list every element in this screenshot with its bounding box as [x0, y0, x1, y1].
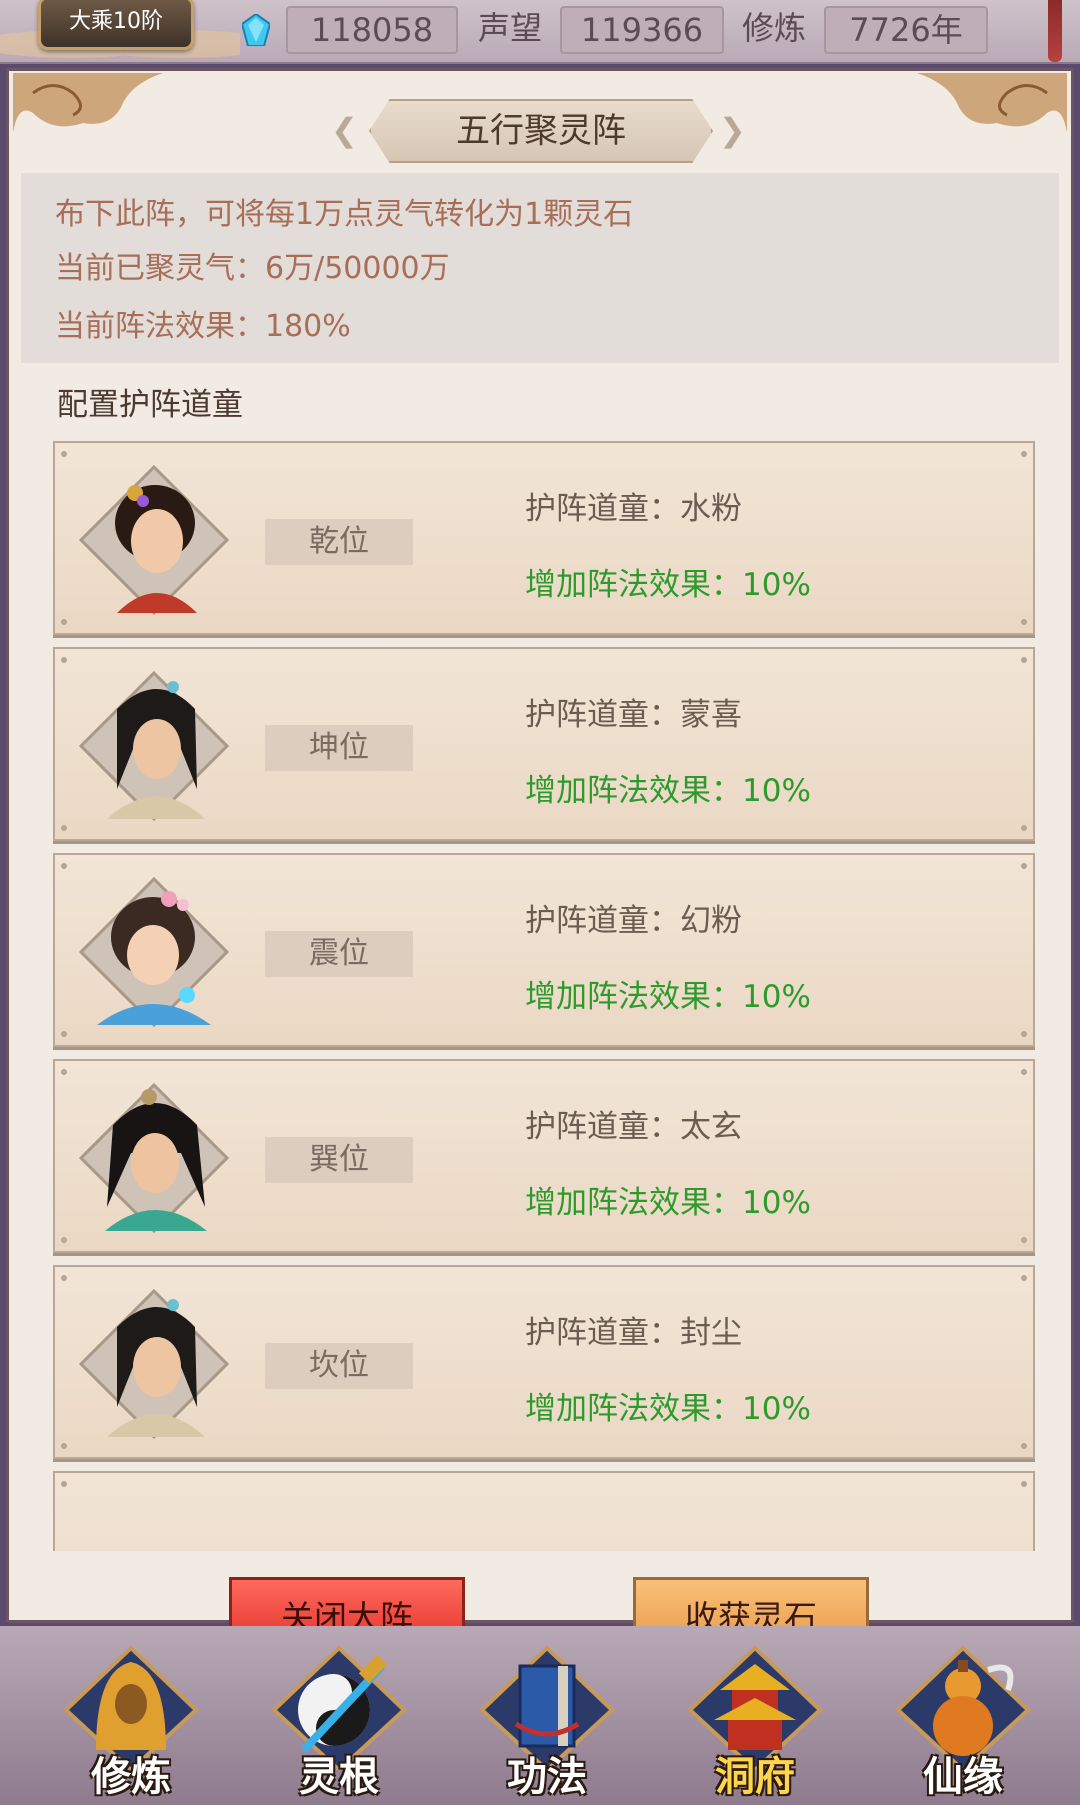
guard-name: 护阵道童：封尘: [525, 1315, 742, 1351]
panel-title: 五行聚灵阵: [369, 99, 713, 163]
guard-effect: 增加阵法效果：10%: [525, 1185, 811, 1221]
position-tag: 坤位: [265, 725, 413, 771]
avatar[interactable]: [77, 1287, 231, 1441]
tassel-ornament: [1048, 0, 1062, 62]
guard-name: 护阵道童：水粉: [525, 491, 742, 527]
nav-spirit-root[interactable]: 灵根: [254, 1640, 424, 1800]
position-tag: 坎位: [265, 1343, 413, 1389]
guard-row-qian[interactable]: 乾位 护阵道童：水粉 增加阵法效果：10%: [53, 441, 1035, 635]
gem-value: 118058: [286, 6, 458, 54]
formation-panel: ❮ 五行聚灵阵 ❯ 布下此阵，可将每1万点灵气转化为1颗灵石 当前已聚灵气：6万…: [6, 68, 1074, 1653]
nav-label: 灵根: [299, 1754, 379, 1800]
guard-name: 护阵道童：幻粉: [525, 903, 742, 939]
male-portrait-icon: [78, 1288, 230, 1440]
nav-label: 功法: [507, 1754, 587, 1800]
avatar[interactable]: [77, 1081, 231, 1235]
guard-effect: 增加阵法效果：10%: [525, 773, 811, 809]
male-portrait-icon: [78, 1082, 230, 1234]
nav-technique[interactable]: 功法: [462, 1640, 632, 1800]
resource-bar: 大乘10阶 118058 声望 119366 修炼 7726年: [0, 0, 1080, 64]
guard-row-xun[interactable]: 巽位 护阵道童：太玄 增加阵法效果：10%: [53, 1059, 1035, 1253]
guard-name: 护阵道童：蒙喜: [525, 697, 742, 733]
guard-list[interactable]: 乾位 护阵道童：水粉 增加阵法效果：10% 坤位 护阵道童：蒙喜 增加阵法效果：…: [53, 441, 1037, 1551]
position-tag: 巽位: [265, 1137, 413, 1183]
reputation-value: 119366: [560, 6, 724, 54]
info-formation-effect: 当前阵法效果：180%: [55, 309, 351, 344]
guard-row-zhen[interactable]: 震位 护阵道童：幻粉 增加阵法效果：10%: [53, 853, 1035, 1047]
nav-label: 仙缘: [923, 1754, 1003, 1800]
female-portrait-icon: [78, 876, 230, 1028]
avatar[interactable]: [77, 875, 231, 1029]
section-title: 配置护阵道童: [57, 387, 243, 423]
female-portrait-icon: [78, 464, 230, 616]
nav-cave-dwelling[interactable]: 洞府: [670, 1640, 840, 1800]
cultivation-label: 修炼: [742, 9, 807, 47]
spirit-gem-icon: [242, 14, 270, 46]
position-tag: 乾位: [265, 519, 413, 565]
guard-effect: 增加阵法效果：10%: [525, 567, 811, 603]
avatar[interactable]: [77, 463, 231, 617]
nav-cultivate[interactable]: 修炼: [46, 1640, 216, 1800]
male-portrait-icon: [78, 670, 230, 822]
bottom-nav: 修炼 灵根 功法 洞府 仙缘: [0, 1626, 1080, 1805]
title-left-arrow-icon: ❮: [331, 111, 358, 149]
nav-label: 洞府: [715, 1754, 795, 1800]
reputation-label: 声望: [478, 9, 543, 47]
avatar[interactable]: [77, 669, 231, 823]
cultivation-value: 7726年: [824, 6, 988, 54]
guard-effect: 增加阵法效果：10%: [525, 979, 811, 1015]
nav-fate[interactable]: 仙缘: [878, 1640, 1048, 1800]
info-gathered-qi: 当前已聚灵气：6万/50000万: [55, 251, 450, 286]
title-right-arrow-icon: ❯: [719, 111, 746, 149]
guard-row-kan[interactable]: 坎位 护阵道童：封尘 增加阵法效果：10%: [53, 1265, 1035, 1459]
guard-row-next[interactable]: [53, 1471, 1035, 1551]
cloud-corner-ornament: [13, 73, 163, 133]
formation-info: 布下此阵，可将每1万点灵气转化为1颗灵石 当前已聚灵气：6万/50000万 当前…: [21, 173, 1059, 363]
cloud-corner-ornament: [917, 73, 1067, 133]
position-tag: 震位: [265, 931, 413, 977]
guard-name: 护阵道童：太玄: [525, 1109, 742, 1145]
guard-effect: 增加阵法效果：10%: [525, 1391, 811, 1427]
nav-label: 修炼: [91, 1754, 171, 1800]
info-conversion-rate: 布下此阵，可将每1万点灵气转化为1颗灵石: [55, 197, 634, 232]
rank-badge[interactable]: 大乘10阶: [38, 0, 194, 50]
guard-row-kun[interactable]: 坤位 护阵道童：蒙喜 增加阵法效果：10%: [53, 647, 1035, 841]
